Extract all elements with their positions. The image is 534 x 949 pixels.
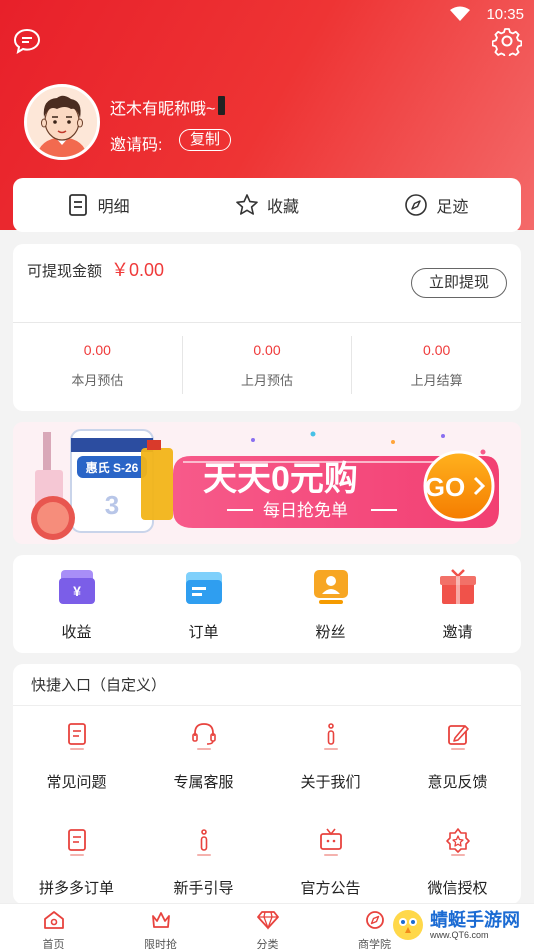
info-icon bbox=[323, 723, 338, 750]
home-icon bbox=[43, 911, 64, 929]
info-icon bbox=[196, 829, 211, 856]
quick-customer-service-label: 专属客服 bbox=[173, 774, 234, 791]
quick-entry-card: 快捷入口（自定义） 常见问题 专属客服 关于我们 意见反馈 拼多多订单 新手引导… bbox=[13, 664, 521, 904]
promo-subtitle: 每日抢免单 bbox=[263, 501, 348, 520]
watermark-title: 蜻蜓手游网 bbox=[430, 909, 520, 930]
stat-value: 0.00 bbox=[423, 342, 451, 358]
quick-feedback[interactable]: 意见反馈 bbox=[394, 718, 521, 792]
list-icon bbox=[68, 194, 87, 216]
tv-icon bbox=[319, 828, 342, 856]
tab-favorites-label: 收藏 bbox=[266, 199, 299, 216]
compass-icon bbox=[405, 194, 428, 216]
tab-footprint-label: 足迹 bbox=[436, 199, 469, 216]
document-icon bbox=[67, 723, 86, 750]
nickname: 还木有昵称哦~ bbox=[110, 101, 216, 118]
stat-this-month[interactable]: 0.00 本月预估 bbox=[13, 336, 182, 394]
quick-about-us[interactable]: 关于我们 bbox=[267, 718, 394, 792]
order-icon bbox=[185, 572, 222, 604]
promo-banner-image: 惠氏 S-26 3 天天0元购 每日抢免单 GO bbox=[13, 422, 521, 544]
tab-favorites[interactable]: 收藏 bbox=[182, 193, 351, 217]
invite-code-label: 邀请码: bbox=[110, 137, 163, 154]
nav-home-label: 首页 bbox=[42, 939, 65, 949]
nav-flash-sale-label: 限时抢 bbox=[144, 939, 177, 949]
status-time: 10:35 bbox=[486, 6, 524, 23]
quick-announcements-label: 官方公告 bbox=[300, 880, 361, 897]
stat-value: 0.00 bbox=[83, 342, 111, 358]
site-watermark: 蜻蜓手游网 www.QT6.com bbox=[390, 907, 530, 943]
crown-icon bbox=[151, 912, 170, 928]
divider bbox=[13, 322, 521, 323]
zero-yuan-promo-banner[interactable]: 惠氏 S-26 3 天天0元购 每日抢免单 GO bbox=[13, 422, 521, 544]
nav-categories-label: 分类 bbox=[256, 939, 279, 949]
feature-orders-label: 订单 bbox=[188, 624, 219, 641]
quick-faq[interactable]: 常见问题 bbox=[13, 718, 140, 792]
withdrawable-label: 可提现金额 bbox=[27, 263, 103, 280]
quick-pdd-orders-label: 拼多多订单 bbox=[38, 880, 114, 897]
quick-tabs-card: 明细 收藏 足迹 bbox=[13, 178, 521, 232]
feature-earnings-label: 收益 bbox=[61, 624, 92, 641]
svg-text:¥: ¥ bbox=[73, 583, 81, 599]
tab-detail[interactable]: 明细 bbox=[13, 193, 182, 217]
nav-flash-sale[interactable]: 限时抢 bbox=[107, 904, 214, 949]
stat-label: 本月预估 bbox=[71, 373, 124, 388]
feature-shortcuts: ¥ 收益 订单 粉丝 邀请 bbox=[13, 555, 521, 653]
edit-icon bbox=[447, 725, 469, 750]
settings-gear-icon[interactable] bbox=[492, 26, 522, 56]
withdrawable-amount: ￥0.00 bbox=[111, 260, 165, 280]
go-button-label: GO bbox=[425, 472, 465, 502]
star-icon bbox=[236, 194, 258, 215]
product-label: 惠氏 S-26 bbox=[86, 460, 139, 475]
quick-announcements[interactable]: 官方公告 bbox=[267, 824, 394, 898]
message-icon[interactable] bbox=[12, 26, 42, 56]
diamond-icon bbox=[256, 911, 279, 930]
quick-beginner-guide-label: 新手引导 bbox=[173, 880, 234, 897]
nav-categories[interactable]: 分类 bbox=[214, 904, 321, 949]
quick-wechat-auth[interactable]: 微信授权 bbox=[394, 824, 521, 898]
quick-entry-grid: 常见问题 专属客服 关于我们 意见反馈 拼多多订单 新手引导 官方公告 微信授权 bbox=[13, 718, 521, 898]
feature-orders[interactable]: 订单 bbox=[140, 555, 267, 653]
feature-invite-label: 邀请 bbox=[442, 624, 473, 641]
gift-icon bbox=[439, 569, 476, 604]
headset-icon bbox=[191, 723, 216, 750]
quick-entry-title: 快捷入口（自定义） bbox=[31, 677, 167, 694]
fans-icon bbox=[313, 570, 348, 604]
wallet-icon: ¥ bbox=[58, 570, 95, 604]
feature-fans-label: 粉丝 bbox=[315, 624, 346, 641]
dragonfly-logo-icon bbox=[393, 910, 423, 940]
watermark-url: www.QT6.com bbox=[430, 929, 489, 940]
feature-invite[interactable]: 邀请 bbox=[394, 555, 521, 653]
withdraw-button[interactable]: 立即提现 bbox=[411, 268, 507, 298]
avatar[interactable] bbox=[24, 84, 100, 160]
stat-last-month-settled[interactable]: 0.00 上月结算 bbox=[351, 336, 521, 394]
wallet-card: 可提现金额 ￥0.00 立即提现 0.00 本月预估 0.00 上月预估 0.0… bbox=[13, 244, 521, 411]
promo-headline: 天天0元购 bbox=[203, 460, 358, 498]
stat-value: 0.00 bbox=[253, 342, 281, 358]
nickname-edit-cursor bbox=[218, 96, 225, 115]
feature-fans[interactable]: 粉丝 bbox=[267, 555, 394, 653]
avatar-cartoon-image bbox=[27, 87, 97, 157]
wifi-icon bbox=[450, 6, 470, 21]
compass-icon bbox=[365, 911, 384, 929]
quick-faq-label: 常见问题 bbox=[46, 774, 107, 791]
quick-pdd-orders[interactable]: 拼多多订单 bbox=[13, 824, 140, 898]
stat-label: 上月预估 bbox=[241, 373, 294, 388]
copy-invite-button[interactable]: 复制 bbox=[179, 129, 231, 151]
tab-footprint[interactable]: 足迹 bbox=[352, 193, 521, 217]
quick-customer-service[interactable]: 专属客服 bbox=[140, 718, 267, 792]
quick-wechat-auth-label: 微信授权 bbox=[427, 880, 488, 897]
svg-text:3: 3 bbox=[105, 490, 119, 520]
status-bar: 10:35 bbox=[0, 0, 534, 30]
quick-beginner-guide[interactable]: 新手引导 bbox=[140, 824, 267, 898]
nav-home[interactable]: 首页 bbox=[0, 904, 107, 949]
document-icon bbox=[67, 829, 86, 856]
earnings-stats: 0.00 本月预估 0.00 上月预估 0.00 上月结算 bbox=[13, 336, 521, 394]
tab-detail-label: 明细 bbox=[97, 199, 130, 216]
stat-last-month-estimate[interactable]: 0.00 上月预估 bbox=[181, 336, 352, 394]
divider bbox=[13, 705, 521, 706]
badge-icon bbox=[445, 828, 470, 856]
stat-label: 上月结算 bbox=[410, 373, 463, 388]
quick-about-us-label: 关于我们 bbox=[300, 774, 361, 791]
quick-feedback-label: 意见反馈 bbox=[427, 774, 488, 791]
feature-earnings[interactable]: ¥ 收益 bbox=[13, 555, 140, 653]
